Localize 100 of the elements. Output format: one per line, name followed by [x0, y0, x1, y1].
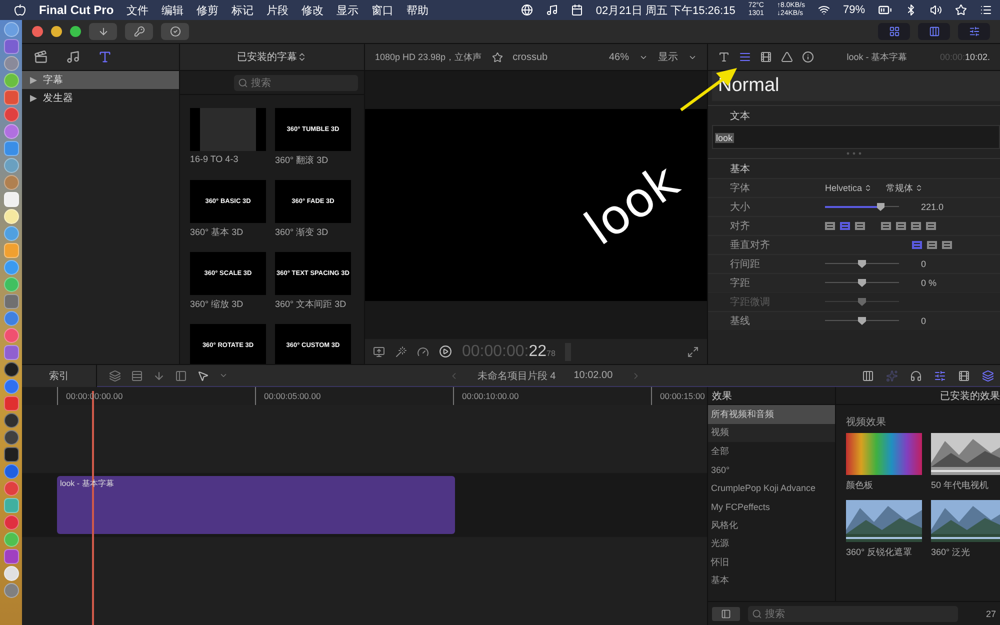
check-button[interactable] — [161, 23, 189, 40]
popup-menu[interactable]: Helvetica — [825, 183, 872, 193]
vertical-align-icon[interactable] — [927, 241, 937, 249]
app-icon[interactable] — [4, 413, 18, 428]
menu-item[interactable]: 修改 — [302, 2, 324, 18]
app-menu[interactable]: Final Cut Pro — [39, 3, 114, 17]
sidebar-item[interactable]: 发生器 — [22, 89, 179, 107]
category-item[interactable]: CrumplePop Koji Advance — [708, 479, 835, 498]
chevron-icon[interactable] — [219, 371, 228, 380]
menu-item[interactable]: 标记 — [232, 2, 254, 18]
chevrons-icon — [915, 184, 924, 192]
transform-icon[interactable] — [373, 346, 385, 358]
zoom-menu[interactable]: 46% — [608, 52, 629, 62]
speed-icon[interactable] — [417, 346, 429, 358]
title-thumbnail[interactable] — [190, 108, 266, 151]
category-item[interactable]: 所有视频和音频 — [708, 405, 835, 424]
app-icon[interactable] — [4, 566, 18, 581]
menu-item[interactable]: 显示 — [336, 2, 359, 18]
effect-name: 50 年代电视机 — [931, 479, 990, 492]
text-align-icon[interactable] — [926, 222, 936, 230]
index-button[interactable]: 索引 — [22, 364, 97, 386]
project-duration: 10:02.00 — [574, 370, 613, 381]
text-align-icon[interactable] — [896, 222, 906, 230]
check-icon — [170, 26, 180, 37]
category-item[interactable]: 光源 — [708, 534, 835, 553]
item-count: 27 — [986, 608, 996, 618]
headphones-icon[interactable] — [910, 370, 922, 382]
search-icon — [752, 608, 762, 618]
slider-thumb[interactable] — [858, 260, 866, 268]
vertical-align-icon[interactable] — [942, 241, 952, 249]
clock-text[interactable]: 02月21日 周五 下午15:26:15 — [596, 2, 736, 18]
category-item[interactable]: 风格化 — [708, 516, 835, 534]
app-icon[interactable] — [4, 362, 18, 377]
layers-icon[interactable] — [982, 370, 994, 382]
property-value: 0 — [921, 316, 926, 326]
grid-button[interactable] — [878, 23, 910, 40]
calendar-icon[interactable] — [570, 4, 583, 16]
text-align-icon[interactable] — [881, 222, 891, 230]
menu-item[interactable]: 帮助 — [406, 2, 429, 18]
star-icon[interactable] — [955, 4, 967, 16]
pointer-icon[interactable] — [197, 370, 209, 382]
film-icon[interactable] — [958, 370, 970, 382]
disclosure-icon[interactable] — [30, 76, 37, 84]
music-icon[interactable] — [546, 4, 558, 16]
menu-item[interactable]: 编辑 — [162, 2, 184, 18]
app-icon[interactable] — [4, 192, 18, 207]
property-label: 对齐 — [730, 220, 751, 233]
wand-icon[interactable] — [395, 346, 407, 358]
globe-icon[interactable] — [520, 4, 533, 16]
app-icon[interactable] — [4, 430, 18, 445]
gradient-thumbnail[interactable] — [846, 433, 922, 475]
insert-icon[interactable] — [131, 370, 143, 382]
battery-icon[interactable] — [878, 3, 892, 17]
app-icon[interactable] — [4, 447, 18, 462]
category-item[interactable]: 360° — [708, 460, 835, 479]
close-button[interactable] — [32, 26, 43, 37]
text-field[interactable]: look — [712, 125, 1000, 149]
sidebar-toggle-button[interactable] — [712, 606, 740, 620]
menu-item[interactable]: 文件 — [126, 2, 149, 18]
title-name: 360° 基本 3D — [190, 226, 244, 239]
solo-icon[interactable] — [934, 370, 946, 382]
connect-icon[interactable] — [109, 370, 121, 382]
zoom-button[interactable] — [70, 26, 81, 37]
play-icon[interactable] — [439, 345, 452, 358]
category-item[interactable]: 怀旧 — [708, 553, 835, 572]
slider-thumb[interactable] — [858, 279, 866, 287]
chevrons-icon — [297, 52, 307, 62]
browser-title[interactable]: 已安装的字幕 — [237, 50, 297, 64]
slider-thumb[interactable] — [858, 317, 866, 325]
text-align-icon[interactable] — [825, 222, 835, 230]
menu-item[interactable]: 修剪 — [196, 2, 219, 18]
apple-icon[interactable] — [14, 4, 26, 16]
category-group[interactable]: 视频 — [708, 424, 835, 442]
vertical-align-icon[interactable] — [912, 241, 922, 249]
key-button[interactable] — [125, 23, 153, 40]
slider-thumb[interactable] — [876, 203, 884, 211]
category-item[interactable]: 全部 — [708, 442, 835, 460]
category-item[interactable]: 基本 — [708, 572, 835, 590]
category-item[interactable]: My FCPeffects — [708, 498, 835, 516]
append-icon[interactable] — [153, 370, 165, 382]
minimize-button[interactable] — [51, 26, 62, 37]
fullscreen-icon[interactable] — [687, 346, 699, 358]
view-menu[interactable]: 显示 — [658, 50, 678, 64]
text-align-icon[interactable] — [855, 222, 865, 230]
disclosure-icon[interactable] — [30, 94, 37, 102]
menu-item[interactable]: 窗口 — [372, 2, 394, 18]
sidebar-item[interactable]: 字幕 — [22, 71, 179, 89]
bluetooth-icon[interactable] — [905, 4, 917, 16]
overwrite-icon[interactable] — [175, 370, 187, 382]
skimming-icon[interactable] — [862, 370, 874, 382]
section-title: 视频效果 — [845, 416, 887, 430]
popup-menu[interactable]: 常规体 — [886, 182, 924, 194]
app-icon[interactable] — [4, 209, 18, 224]
import-button[interactable] — [89, 23, 117, 40]
text-align-icon[interactable] — [911, 222, 921, 230]
text-align-icon[interactable] — [840, 222, 850, 230]
menu-item[interactable]: 片段 — [266, 2, 289, 18]
columns-button[interactable] — [918, 23, 950, 40]
sliders-button[interactable] — [958, 23, 990, 40]
volume-icon[interactable] — [930, 4, 942, 16]
